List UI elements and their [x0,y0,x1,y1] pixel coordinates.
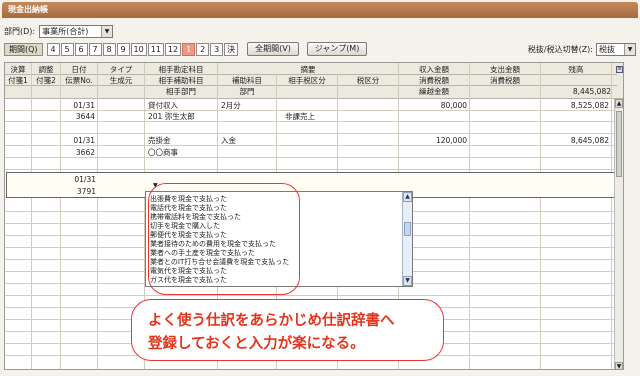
department-row: 部門(D): 事業所(合計) ▼ [4,24,114,38]
tax-switch-value: 税抜 [599,44,615,54]
grid-scrollbar[interactable]: ▲ ▼ [614,99,623,369]
header-date: 日付 [71,65,87,74]
chevron-down-icon[interactable]: ▼ [101,25,113,37]
window-title: 現金出納帳 [2,2,638,18]
tab-month-3[interactable]: 3 [210,42,224,56]
callout-box: よく使う仕訳をあらかじめ仕訳辞書へ 登録しておくと入力が楽になる。 [131,299,444,361]
department-value: 事業所(合計) [42,26,89,36]
tax-switch-select[interactable]: 税抜 ▼ [596,42,636,56]
header-tag2: 付箋2 [36,76,56,85]
scroll-up-icon[interactable]: ▲ [403,192,412,202]
header-adjust: 調整 [38,65,54,74]
header-tag1: 付箋1 [8,76,28,85]
tab-month-9[interactable]: 9 [116,42,130,56]
row1-sub[interactable]: 201 弥生太郎 [148,112,216,121]
tab-month-11[interactable]: 11 [147,42,164,56]
header-income: 収入金額 [419,65,449,74]
row2-sub[interactable]: 〇〇商事 [148,148,216,157]
chevron-down-icon[interactable]: ▼ [624,43,635,55]
tab-month-2[interactable]: 2 [196,42,210,56]
carry-over-label: 繰越金額 [419,87,449,96]
header-type: タイプ [109,65,133,74]
all-period-button[interactable]: 全期間(V) [247,42,299,56]
carry-over-value: 8,445,082 [572,87,611,96]
callout-line1: よく使う仕訳をあらかじめ仕訳辞書へ [148,313,395,329]
row2-summary[interactable]: 入金 [221,136,321,145]
row1-summary[interactable]: 2月分 [221,101,321,110]
header-tax-class: 税区分 [356,76,380,85]
callout-line2: 登録しておくと入力が楽になる。 [148,336,365,352]
header-counter-tax: 相手税区分 [288,76,326,85]
header-counter-account: 相手勘定科目 [158,65,204,74]
tab-month-8[interactable]: 8 [102,42,116,56]
header-dept: 部門 [239,87,255,96]
tax-switch-label: 税抜/税込切替(Z): [527,44,593,54]
header-expense-tax: 消費税額 [490,76,520,85]
scroll-up-icon[interactable]: ▲ [615,99,623,108]
scroll-thumb[interactable] [616,111,622,177]
header-balance: 残高 [568,65,584,74]
popup-scroll-thumb[interactable] [404,222,411,236]
tab-month-7[interactable]: 7 [88,42,102,56]
row2-account[interactable]: 売掛金 [148,136,216,145]
tab-month-12[interactable]: 12 [164,42,182,56]
tab-month-4[interactable]: 4 [46,42,60,56]
header-slip-no: 伝票No. [65,76,93,85]
header-counter-sub: 相手補助科目 [158,76,204,85]
scroll-down-icon[interactable]: ▼ [615,362,623,369]
period-button[interactable]: 期間(Q) [4,42,43,56]
highlight-circle [148,183,300,295]
row1-slip[interactable]: 3644 [61,112,95,121]
department-select[interactable]: 事業所(合計) ▼ [39,24,114,38]
row1-account[interactable]: 貸付収入 [148,101,216,110]
tax-switch-row: 税抜/税込切替(Z): 税抜 ▼ [528,42,636,56]
row2-date[interactable]: 01/31 [61,136,95,145]
scroll-down-icon[interactable]: ▼ [403,276,412,286]
tab-closing[interactable]: 決 [224,42,239,56]
jump-button[interactable]: ジャンプ(M) [306,42,368,56]
header-closing: 決算 [10,65,26,74]
row1-income[interactable]: 80,000 [401,101,467,110]
tab-month-6[interactable]: 6 [74,42,88,56]
month-tab-bar: 期間(Q) 4 5 6 7 8 9 10 11 12 1 2 3 決 全期間(V… [4,42,368,56]
header-summary: 摘要 [300,65,316,74]
row1-date[interactable]: 01/31 [61,101,95,110]
row1-tax[interactable]: 非課売上 [285,112,335,121]
tab-month-5[interactable]: 5 [60,42,74,56]
column-settings-icon[interactable]: ≡ [616,66,623,73]
entry-date[interactable]: 01/31 [62,175,96,184]
popup-scrollbar[interactable]: ▲ ▼ [402,192,412,286]
entry-slip[interactable]: 3791 [62,187,96,196]
row2-balance: 8,645,082 [570,136,609,145]
header-source: 生成元 [109,76,133,85]
row1-balance: 8,525,082 [570,101,609,110]
header-expense: 支出金額 [490,65,520,74]
cash-book-window: 現金出納帳 部門(D): 事業所(合計) ▼ 期間(Q) 4 5 6 7 8 9… [0,0,640,376]
header-counter-dept: 相手部門 [166,87,196,96]
tab-month-1[interactable]: 1 [182,42,196,56]
tab-month-10[interactable]: 10 [130,42,147,56]
header-income-tax: 消費税額 [419,76,449,85]
row2-income[interactable]: 120,000 [401,136,467,145]
row2-slip[interactable]: 3662 [61,148,95,157]
department-label: 部門(D): [4,26,36,36]
header-sub-account: 補助科目 [232,76,262,85]
